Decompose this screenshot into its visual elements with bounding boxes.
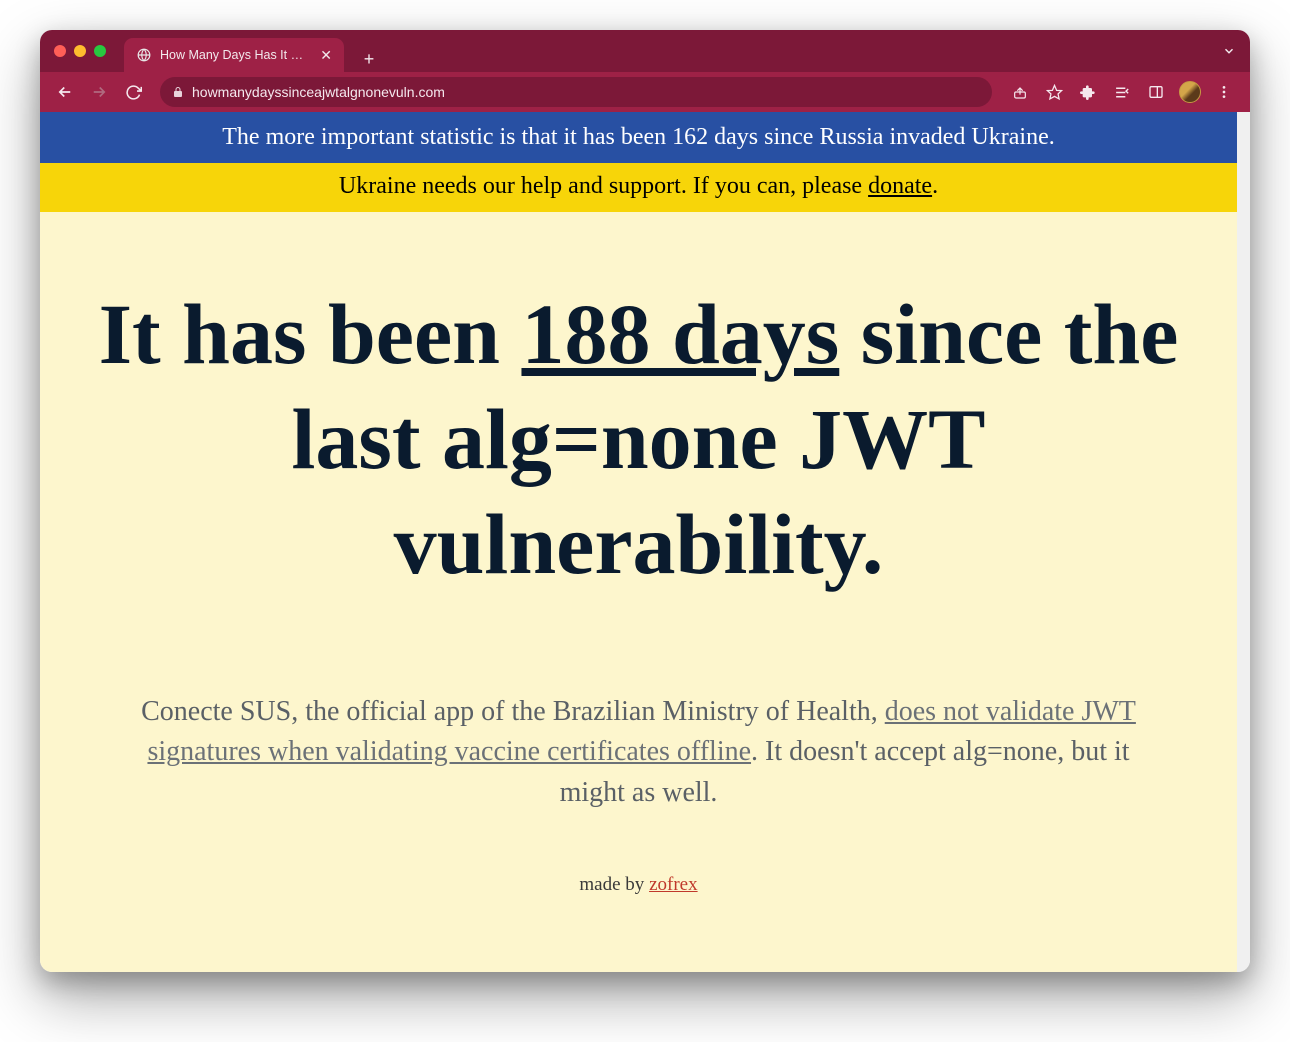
window-controls (54, 45, 106, 57)
avatar-icon (1179, 81, 1201, 103)
new-tab-button[interactable]: + (356, 46, 382, 72)
reload-button[interactable] (118, 77, 148, 107)
credit-line: made by zofrex (579, 874, 697, 896)
window-maximize-button[interactable] (94, 45, 106, 57)
page-content: The more important statistic is that it … (40, 112, 1237, 972)
menu-button[interactable] (1208, 77, 1240, 107)
globe-icon (136, 47, 152, 63)
share-icon[interactable] (1004, 77, 1036, 107)
address-bar[interactable]: howmanydayssinceajwtalgnonevuln.com (160, 77, 992, 107)
viewport: The more important statistic is that it … (40, 112, 1250, 972)
ukraine-help-prefix: Ukraine needs our help and support. If y… (339, 173, 868, 199)
main-area: It has been 188 days since the last alg=… (40, 212, 1237, 972)
window-close-button[interactable] (54, 45, 66, 57)
lock-icon (172, 86, 184, 98)
tab-strip: How Many Days Has It Been Si ✕ + (124, 30, 382, 72)
browser-tab-active[interactable]: How Many Days Has It Been Si ✕ (124, 38, 344, 72)
ukraine-banner-blue: The more important statistic is that it … (40, 112, 1237, 163)
ukraine-banner-yellow: Ukraine needs our help and support. If y… (40, 163, 1237, 212)
toolbar: howmanydayssinceajwtalgnonevuln.com (40, 72, 1250, 112)
chevron-down-icon[interactable] (1222, 44, 1236, 58)
bookmark-star-icon[interactable] (1038, 77, 1070, 107)
extensions-icon[interactable] (1072, 77, 1104, 107)
panel-icon[interactable] (1140, 77, 1172, 107)
tab-title: How Many Days Has It Been Si (160, 48, 310, 62)
titlebar: How Many Days Has It Been Si ✕ + (40, 30, 1250, 72)
headline-prefix: It has been (99, 286, 522, 382)
description-part1: Conecte SUS, the official app of the Bra… (141, 696, 885, 727)
vertical-scrollbar[interactable] (1237, 112, 1250, 972)
back-button[interactable] (50, 77, 80, 107)
credit-prefix: made by (579, 874, 649, 895)
tab-close-button[interactable]: ✕ (318, 48, 334, 62)
days-count-link[interactable]: 188 days (521, 286, 839, 382)
window-minimize-button[interactable] (74, 45, 86, 57)
ukraine-help-suffix: . (932, 173, 938, 199)
reading-list-icon[interactable] (1106, 77, 1138, 107)
toolbar-right (1004, 77, 1240, 107)
donate-link[interactable]: donate (868, 173, 932, 199)
url-text: howmanydayssinceajwtalgnonevuln.com (192, 84, 980, 100)
browser-window: How Many Days Has It Been Si ✕ + howmany… (40, 30, 1250, 972)
profile-avatar[interactable] (1174, 77, 1206, 107)
vulnerability-description: Conecte SUS, the official app of the Bra… (119, 692, 1159, 814)
forward-button[interactable] (84, 77, 114, 107)
ukraine-stat-text: The more important statistic is that it … (222, 124, 1054, 150)
headline: It has been 188 days since the last alg=… (70, 282, 1207, 597)
author-link[interactable]: zofrex (649, 874, 698, 895)
